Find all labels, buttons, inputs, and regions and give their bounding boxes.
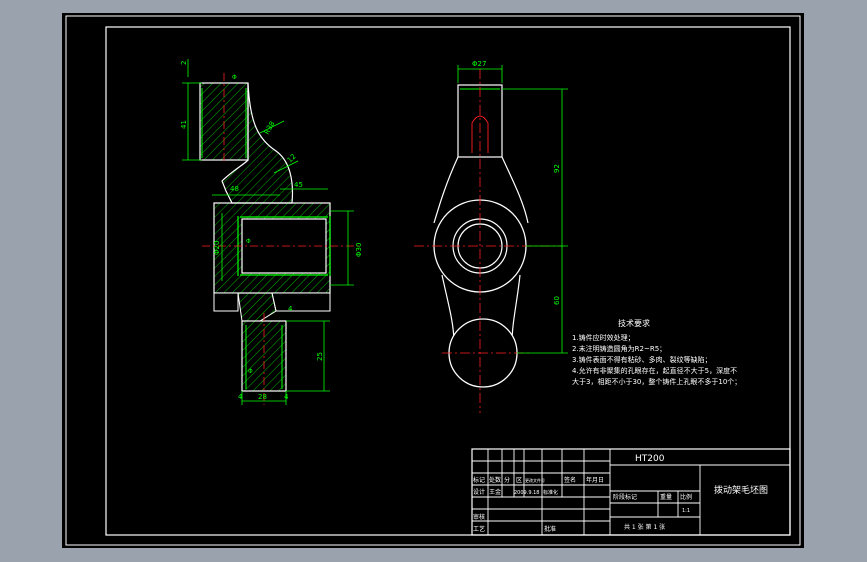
dim-28: 28	[258, 393, 267, 401]
dim-4-left: 4	[238, 393, 243, 401]
tb-designer-label: 设计	[473, 488, 485, 496]
tb-rev-2: 处数	[489, 476, 501, 484]
label-phi-2: Φ	[246, 238, 251, 245]
tb-rev-6: 签名	[564, 476, 576, 484]
tb-stage-label: 阶段标记	[613, 493, 637, 501]
tech-note-4: 4.允许有非聚集的孔眼存在，起直径不大于5，深度不	[572, 366, 737, 375]
label-phi-3: Φ	[248, 368, 253, 375]
tech-note-1: 1.铸件应时效处理；	[572, 333, 635, 342]
front-view: Φ27 92 60	[414, 60, 568, 413]
outer-frame	[65, 15, 801, 546]
tech-note-5: 大于3，相距不小于30，整个铸件上孔眼不多于10个；	[572, 377, 741, 386]
tech-notes: 技术要求 1.铸件应时效处理； 2.未注明铸造圆角为R2~R5； 3.铸件表面不…	[572, 318, 741, 386]
dim-60: 60	[553, 296, 561, 305]
dim-phi20: Φ20	[213, 241, 221, 255]
cad-drawing: 2 41 Φ20 Φ30 25 R38 12 48 45 28 4 4 4 Φ …	[65, 15, 801, 546]
dim-r38: R38	[263, 120, 277, 136]
tech-notes-title: 技术要求	[618, 318, 650, 328]
tb-approve-label: 批准	[544, 525, 556, 533]
dim-41: 41	[180, 120, 188, 129]
tb-review-label: 审核	[473, 513, 485, 521]
tb-rev-7: 年月日	[586, 476, 604, 484]
tb-drawing-name: 拨动架毛坯图	[714, 484, 768, 496]
tb-rev-4: 区	[516, 477, 522, 484]
tb-scale-value: 1:1	[682, 508, 690, 514]
drawing-canvas: 2 41 Φ20 Φ30 25 R38 12 48 45 28 4 4 4 Φ …	[62, 13, 804, 548]
dim-phi30: Φ30	[355, 243, 363, 257]
tb-scale-label: 比例	[680, 493, 692, 501]
tb-rev-5: 更改文件号	[525, 477, 545, 483]
label-phi-1: Φ	[232, 74, 237, 81]
tb-standard-label: 标准化	[543, 489, 558, 496]
tech-note-2: 2.未注明铸造圆角为R2~R5；	[572, 344, 666, 353]
dim-12: 12	[286, 152, 298, 164]
dim-4-right: 4	[284, 393, 289, 401]
dim-25: 25	[316, 352, 324, 361]
dim-4-mid: 4	[288, 305, 293, 313]
tb-rev-3: 分	[504, 476, 510, 484]
dim-2: 2	[180, 61, 188, 65]
tech-note-3: 3.铸件表面不得有粘砂、多肉、裂纹等缺陷；	[572, 355, 712, 364]
tb-designer-name: 王金	[489, 488, 501, 496]
dim-92: 92	[553, 164, 561, 173]
dim-45: 45	[294, 181, 303, 189]
dim-48: 48	[230, 185, 239, 193]
tb-material: HT200	[635, 454, 665, 464]
tb-design-date: 2009.9.18	[514, 490, 539, 496]
tb-weight-label: 重量	[660, 493, 672, 501]
tb-rev-1: 标记	[473, 476, 485, 484]
tb-sheet-label: 共 1 张 第 1 张	[624, 523, 665, 531]
side-section-view: 2 41 Φ20 Φ30 25 R38 12 48 45 28 4 4 4 Φ …	[180, 59, 363, 405]
tb-process-label: 工艺	[473, 525, 485, 533]
dim-phi27: Φ27	[472, 60, 486, 68]
